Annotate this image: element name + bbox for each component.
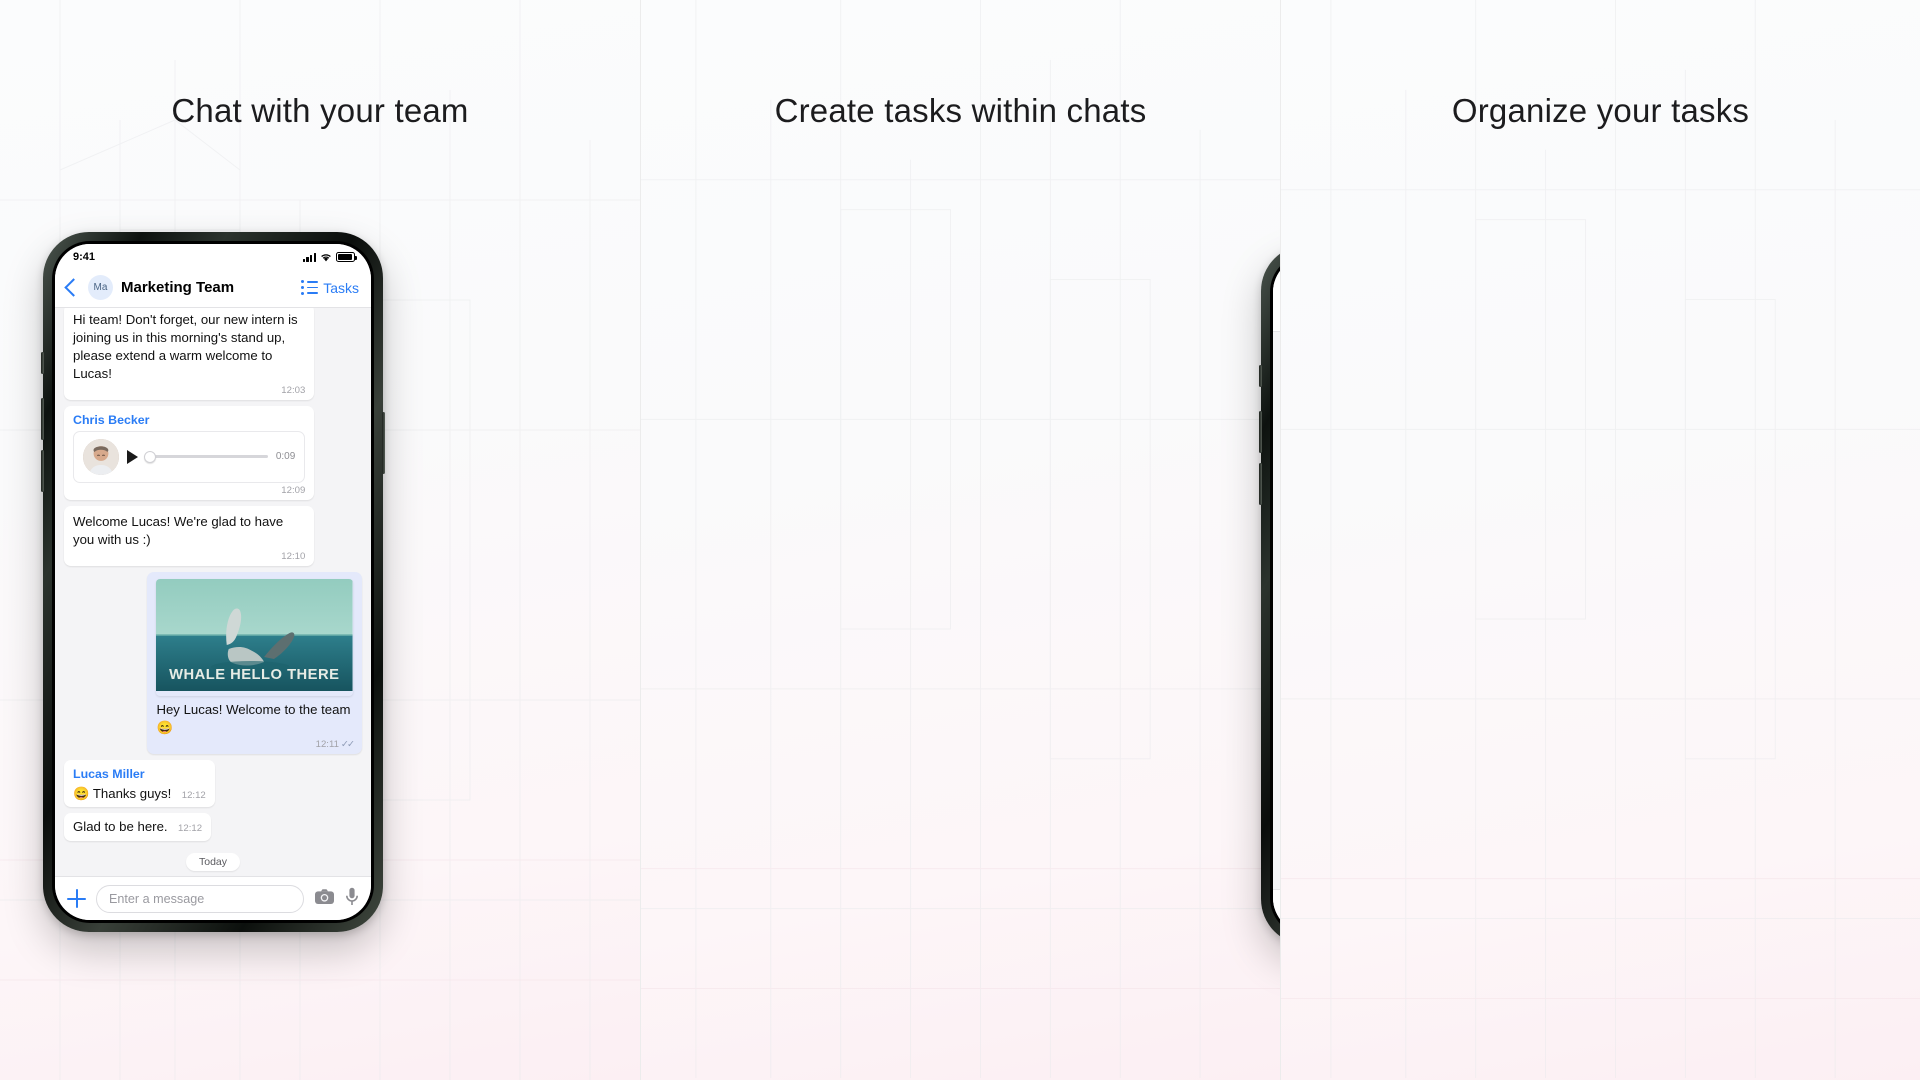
message-row: I'll work on the CTA buttons now so we c… bbox=[1273, 762, 1280, 846]
panel-headline: Create tasks within chats bbox=[774, 92, 1147, 129]
message-row: Pick final font size for title 12:15 bbox=[1273, 706, 1280, 762]
message-text: 😄 Thanks guys! bbox=[73, 785, 172, 801]
message-row: Glad to be here. 12:12 bbox=[55, 812, 371, 847]
message-row: WHALE HELLO THERE Hey Lucas! Welcome to … bbox=[55, 571, 371, 760]
message-list-1[interactable]: Hi team! Don't forget, our new intern is… bbox=[55, 304, 371, 876]
day-divider-label: Today bbox=[185, 852, 241, 871]
message-bubble[interactable]: Glad to be here. 12:12 bbox=[64, 812, 212, 841]
read-receipt-icon: ✓✓ bbox=[340, 738, 355, 750]
panel-tasks-in-chat: Create tasks within chats 9:41 bbox=[640, 0, 1280, 1080]
message-time: 12:12 bbox=[178, 822, 203, 834]
message-text: Hey Lucas! Welcome to the team 😄 bbox=[156, 701, 351, 735]
chat-header-2: Website Redesign Morgan West, Chris Beck… bbox=[1273, 283, 1280, 332]
panel-headline: Organize your tasks bbox=[1451, 92, 1750, 129]
phone-mockup-1: 9:41 Ma Marketing Team Tasks Hi team! Do… bbox=[41, 232, 385, 932]
message-sender: Lucas Miller bbox=[73, 766, 145, 781]
volume-down-button[interactable] bbox=[41, 450, 44, 492]
panel-headline: Chat with your team bbox=[171, 92, 469, 129]
message-list-2[interactable]: morning is our very last chance to get t… bbox=[1273, 321, 1280, 889]
chat-title-wrap: Marketing Team bbox=[121, 279, 293, 297]
chat-header-1: Ma Marketing Team Tasks bbox=[55, 270, 371, 308]
avatar: Ma bbox=[88, 275, 113, 300]
microphone-icon[interactable] bbox=[345, 887, 359, 911]
message-time: 12:11 ✓✓ bbox=[156, 738, 355, 750]
message-row: There are still a couple of little thing… bbox=[1273, 432, 1280, 505]
message-row: Chris Becker 0:09 12:09 bbox=[55, 405, 371, 506]
message-composer-2: Enter a message bbox=[1273, 889, 1280, 933]
volume-up-button[interactable] bbox=[1259, 411, 1262, 453]
whale-meme-image[interactable]: WHALE HELLO THERE bbox=[156, 578, 353, 696]
panel-chat: Chat with your team 9:41 Ma Marketing Te… bbox=[0, 0, 640, 1080]
message-bubble[interactable]: Lucas Miller 😄 Thanks guys! 12:12 bbox=[64, 759, 215, 807]
mute-switch[interactable] bbox=[41, 352, 44, 374]
message-text: Glad to be here. bbox=[73, 818, 168, 834]
voice-seek-slider[interactable] bbox=[144, 450, 268, 463]
message-time: 12:10 bbox=[281, 550, 306, 562]
phone-mockup-2: 9:41 bbox=[1259, 245, 1280, 945]
status-time: 9:41 bbox=[73, 251, 96, 263]
message-row: Pick colors for CTA button AB test 12:14 bbox=[1273, 561, 1280, 633]
power-button[interactable] bbox=[382, 412, 385, 474]
message-text: Hi team! Don't forget, our new intern is… bbox=[73, 312, 298, 381]
phone-screen-2: 9:41 bbox=[1273, 257, 1280, 933]
status-bar: 9:41 bbox=[55, 244, 371, 270]
volume-down-button[interactable] bbox=[1259, 463, 1262, 505]
message-row: Choose final banner image for pricing pa… bbox=[1273, 633, 1280, 705]
voice-duration: 0:09 bbox=[275, 451, 296, 463]
message-row: Test contact forms 12:14 bbox=[1273, 505, 1280, 561]
message-row: @georgefuller could you please bbox=[1273, 845, 1280, 880]
status-indicators bbox=[302, 252, 357, 262]
chat-title: Marketing Team bbox=[121, 278, 235, 296]
play-icon[interactable] bbox=[127, 449, 138, 464]
message-time: 12:12 bbox=[181, 789, 206, 801]
phone-bezel-2: 9:41 bbox=[1270, 254, 1280, 936]
camera-icon[interactable] bbox=[314, 888, 335, 910]
message-row: morning is our very last chance to get t… bbox=[1273, 321, 1280, 432]
message-text: Welcome Lucas! We're glad to have you wi… bbox=[73, 513, 284, 547]
status-bar: 9:41 bbox=[1273, 257, 1280, 283]
back-icon[interactable] bbox=[64, 278, 83, 297]
battery-icon bbox=[336, 252, 357, 262]
avatar bbox=[83, 438, 119, 475]
message-row: Lucas Miller 😄 Thanks guys! 12:12 bbox=[55, 759, 371, 813]
voice-note-player[interactable]: 0:09 bbox=[73, 430, 306, 483]
background-blueprint bbox=[1281, 0, 1920, 1079]
tasks-button-label: Tasks bbox=[323, 279, 359, 296]
mute-switch[interactable] bbox=[1259, 365, 1262, 387]
background-blueprint bbox=[641, 0, 1280, 1079]
phone-screen-1: 9:41 Ma Marketing Team Tasks Hi team! Do… bbox=[55, 244, 371, 920]
panel-organize-tasks: Organize your tasks 9:41 bbox=[1280, 0, 1920, 1080]
meme-caption: WHALE HELLO THERE bbox=[170, 667, 340, 683]
seek-knob[interactable] bbox=[144, 450, 156, 463]
message-row: Welcome Lucas! We're glad to have you wi… bbox=[55, 505, 371, 572]
message-bubble[interactable]: Welcome Lucas! We're glad to have you wi… bbox=[64, 505, 315, 566]
message-row: Hi team! Don't forget, our new intern is… bbox=[55, 304, 371, 406]
message-composer-1: Enter a message bbox=[55, 876, 371, 920]
attach-plus-icon[interactable] bbox=[67, 889, 86, 908]
message-time: 12:09 bbox=[281, 484, 306, 496]
tasks-button[interactable]: Tasks bbox=[301, 280, 361, 296]
day-divider: Today bbox=[55, 847, 371, 876]
screenshot-stage: Chat with your team 9:41 Ma Marketing Te… bbox=[0, 0, 1920, 1080]
message-time: 12:03 bbox=[281, 384, 306, 396]
voice-message-bubble[interactable]: Chris Becker 0:09 12:09 bbox=[64, 405, 315, 500]
message-bubble[interactable]: Hi team! Don't forget, our new intern is… bbox=[64, 304, 315, 400]
cellular-signal-icon bbox=[302, 252, 316, 262]
photo-message-bubble[interactable]: WHALE HELLO THERE Hey Lucas! Welcome to … bbox=[147, 571, 362, 754]
message-sender: Chris Becker bbox=[73, 412, 150, 427]
phone-bezel-1: 9:41 Ma Marketing Team Tasks Hi team! Do… bbox=[52, 241, 374, 923]
task-list-icon bbox=[301, 280, 319, 295]
message-input[interactable]: Enter a message bbox=[96, 884, 304, 913]
time-value: 12:11 bbox=[315, 738, 339, 750]
wifi-icon bbox=[320, 253, 332, 262]
volume-up-button[interactable] bbox=[41, 398, 44, 440]
